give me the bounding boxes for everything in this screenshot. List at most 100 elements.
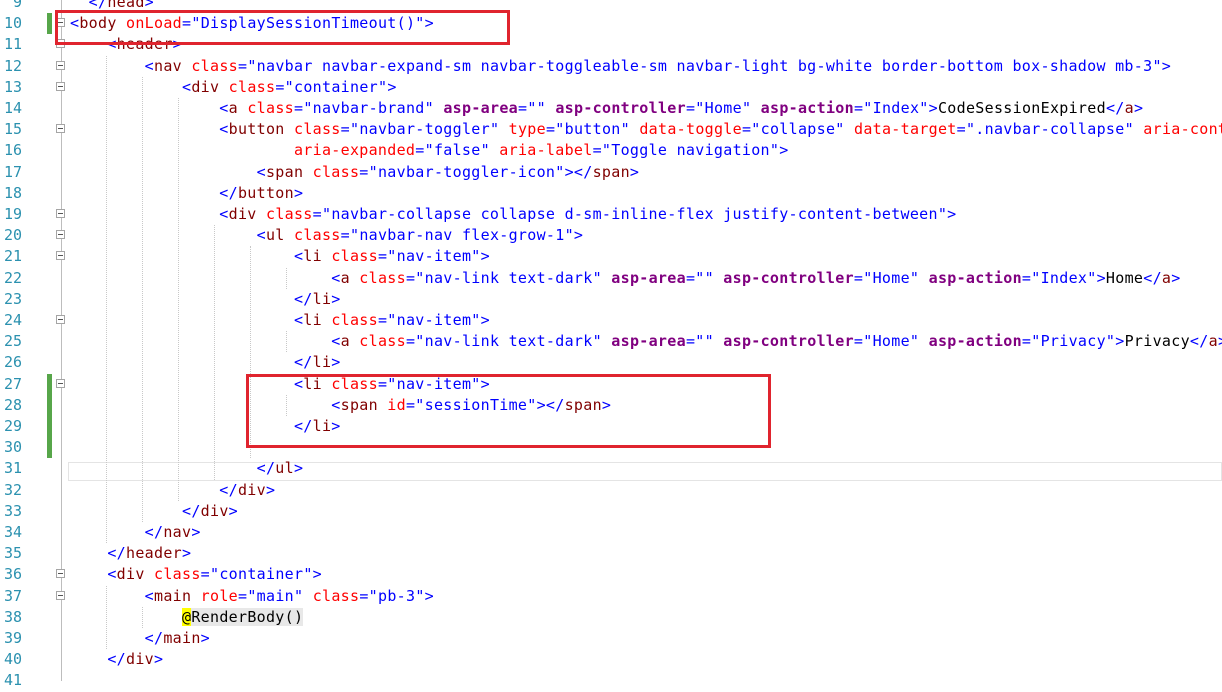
code-text[interactable]: <div class="container"> [70,564,322,585]
collapse-toggle-icon[interactable] [56,124,65,134]
code-token: container [219,565,304,584]
code-token: </ [144,629,164,647]
code-text[interactable]: <a class="navbar-brand" asp-area="" asp-… [70,98,1143,119]
code-line[interactable]: 19 <div class="navbar-collapse collapse … [0,204,1222,225]
code-text[interactable]: <span class="navbar-toggler-icon"></span… [70,162,639,183]
code-token: nav [154,56,182,75]
code-line[interactable]: 34 </nav> [0,522,1222,543]
code-line[interactable]: 24 <li class="nav-item"> [0,310,1222,331]
code-token: class [312,586,360,605]
line-number: 20 [3,226,22,245]
collapse-toggle-icon[interactable] [56,378,65,388]
code-text[interactable]: <a class="nav-link text-dark" asp-area="… [70,331,1222,352]
code-token: ="" [685,268,714,287]
code-text[interactable]: <div class="navbar-collapse collapse d-s… [70,204,956,225]
line-number: 10 [3,14,22,33]
collapse-toggle-icon[interactable] [56,251,65,261]
code-line[interactable]: 21 <li class="nav-item"> [0,246,1222,267]
line-number: 39 [3,629,22,647]
code-line[interactable]: 25 <a class="nav-link text-dark" asp-are… [0,331,1222,352]
highlight-box-session-time [246,374,771,448]
code-token: Home [1105,268,1144,287]
code-token: Toggle navigation [611,141,770,160]
code-text[interactable]: </div> [70,480,275,501]
code-token: class [154,565,201,584]
code-line[interactable]: 36 <div class="container"> [0,564,1222,585]
code-line[interactable]: 41 [0,670,1222,691]
code-text[interactable]: </nav> [70,522,201,543]
code-text[interactable]: <button class="navbar-toggler" type="but… [70,119,1222,140]
code-line[interactable]: 16 aria-expanded="false" aria-label="Tog… [0,140,1222,161]
code-line[interactable]: 39 </main> [0,628,1222,649]
collapse-toggle-icon[interactable] [56,569,65,579]
collapse-toggle-icon[interactable] [56,590,65,600]
collapse-toggle-icon[interactable] [56,209,65,218]
code-text[interactable]: <a class="nav-link text-dark" asp-area="… [70,268,1181,289]
code-text[interactable]: @RenderBody() [70,607,304,628]
code-text[interactable]: </li> [70,289,341,310]
code-text[interactable]: </div> [70,501,238,522]
code-line[interactable]: 20 <ul class="navbar-nav flex-grow-1"> [0,225,1222,246]
indent-guide-line [286,331,287,353]
code-token: asp-controller [723,332,854,351]
code-line[interactable]: 15 <button class="navbar-toggler" type="… [0,119,1222,140]
code-line[interactable]: 38 @RenderBody() [0,607,1222,628]
code-token: > [182,544,192,563]
code-token: "> [415,586,435,605]
code-line[interactable]: 40 </div> [0,649,1222,670]
code-text[interactable]: <li class="nav-item"> [70,246,490,267]
collapse-toggle-icon[interactable] [56,315,65,324]
code-text[interactable]: <nav class="navbar navbar-expand-sm navb… [70,56,1171,77]
code-text[interactable]: </div> [70,649,163,670]
collapse-toggle-icon[interactable] [56,60,65,70]
code-line[interactable]: 37 <main role="main" class="pb-3"> [0,586,1222,607]
code-line[interactable]: 32 </div> [0,480,1222,501]
code-text[interactable]: <ul class="navbar-nav flex-grow-1"> [70,225,583,246]
collapse-toggle-icon[interactable] [56,230,65,240]
code-token: navbar navbar-expand-sm navbar-toggleabl… [256,56,1153,75]
code-text[interactable]: <li class="nav-item"> [70,310,490,331]
code-text[interactable]: </button> [70,183,303,204]
line-number: 17 [3,162,22,181]
code-token: </ [293,353,313,372]
code-text[interactable]: </main> [70,628,210,649]
code-line[interactable]: 18 </button> [0,183,1222,204]
code-text[interactable]: </li> [70,352,341,373]
code-text[interactable]: <main role="main" class="pb-3"> [70,586,434,607]
code-line[interactable]: 31 </ul> [0,458,1222,479]
code-token: class [312,162,360,181]
code-line[interactable]: 23 </li> [0,289,1222,310]
line-number: 24 [3,311,22,329]
code-text[interactable]: <div class="container"> [70,77,397,98]
code-token: < [293,311,304,329]
code-token: asp-action [760,99,854,117]
code-token: class [265,205,313,223]
code-token: li [312,353,332,372]
code-token: li [312,289,332,308]
line-number: 15 [3,120,22,139]
code-token: "> [937,205,957,223]
code-line[interactable]: 33 </div> [0,501,1222,522]
code-line[interactable]: 17 <span class="navbar-toggler-icon"></s… [0,162,1222,183]
line-number: 27 [3,374,22,393]
code-text[interactable]: </ul> [70,458,303,479]
code-token: a [228,99,238,117]
code-text[interactable]: </header> [70,543,191,564]
code-line[interactable]: 26 </li> [0,352,1222,373]
collapse-toggle-icon[interactable] [56,81,65,91]
code-token: < [144,56,154,75]
code-line[interactable]: 14 <a class="navbar-brand" asp-area="" a… [0,98,1222,119]
code-line[interactable]: 12 <nav class="navbar navbar-expand-sm n… [0,56,1222,77]
code-token: class [293,120,341,139]
code-token: > [154,650,164,669]
code-line[interactable]: 13 <div class="container"> [0,77,1222,98]
code-token: navbar-toggler-icon [377,162,556,181]
code-line[interactable]: 35 </header> [0,543,1222,564]
code-line[interactable]: 22 <a class="nav-link text-dark" asp-are… [0,268,1222,289]
